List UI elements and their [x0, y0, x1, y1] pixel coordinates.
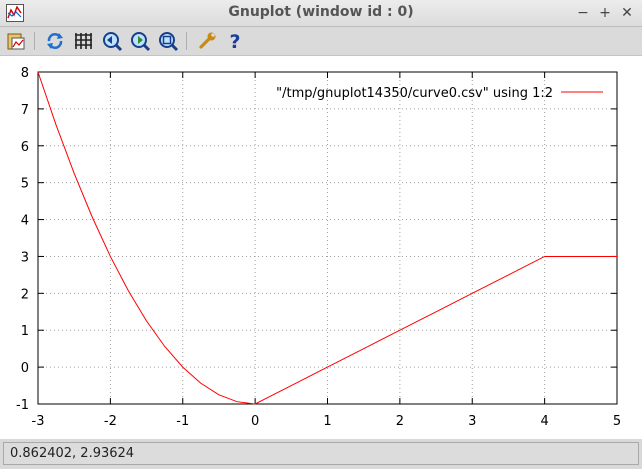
- replot-icon[interactable]: [44, 30, 66, 52]
- y-tick-label: 3: [21, 250, 29, 265]
- toolbar-separator: [34, 32, 35, 50]
- plot-border: [37, 71, 618, 405]
- x-tick-label: 1: [323, 414, 331, 429]
- grid-icon[interactable]: [72, 30, 94, 52]
- svg-text:?: ?: [229, 31, 240, 52]
- close-button[interactable]: ✕: [618, 3, 636, 23]
- minimize-button[interactable]: −: [574, 3, 592, 23]
- toolbar: ?: [0, 27, 642, 56]
- window-title: Gnuplot (window id : 0): [228, 4, 414, 20]
- y-tick-label: 2: [21, 287, 29, 302]
- y-tick-label: 5: [21, 177, 29, 192]
- series-layer: [37, 71, 617, 405]
- x-tick-label: -3: [32, 414, 45, 429]
- autoscale-icon[interactable]: [157, 30, 179, 52]
- status-box: 0.862402, 2.93624: [3, 442, 639, 465]
- toolbar-separator: [186, 32, 187, 50]
- x-tick-label: -2: [104, 414, 117, 429]
- copy-to-clipboard-icon[interactable]: [5, 30, 27, 52]
- y-tick-label: 6: [21, 140, 29, 155]
- y-tick-label: 8: [21, 66, 29, 81]
- help-icon[interactable]: ?: [224, 30, 246, 52]
- y-tick-label: 7: [21, 103, 29, 118]
- mouse-coordinates: 0.862402, 2.93624: [10, 446, 135, 461]
- y-tick-label: 4: [21, 214, 29, 229]
- zoom-previous-icon[interactable]: [101, 30, 123, 52]
- zoom-next-icon[interactable]: [129, 30, 151, 52]
- maximize-button[interactable]: +: [596, 3, 614, 23]
- x-tick-label: -1: [176, 414, 189, 429]
- legend-label: "/tmp/gnuplot14350/curve0.csv" using 1:2: [276, 86, 553, 101]
- y-tick-label: -1: [16, 398, 29, 413]
- y-tick-label: 0: [21, 361, 29, 376]
- x-tick-label: 2: [396, 414, 404, 429]
- title-bar[interactable]: Gnuplot (window id : 0) − + ✕: [0, 0, 642, 27]
- x-tick-label: 0: [251, 414, 259, 429]
- y-tick-label: 1: [21, 324, 29, 339]
- grid-lines: [38, 72, 617, 404]
- x-tick-label: 5: [613, 414, 621, 429]
- x-tick-label: 4: [540, 414, 548, 429]
- series-line: [37, 71, 617, 405]
- legend: "/tmp/gnuplot14350/curve0.csv" using 1:2: [276, 86, 603, 101]
- x-tick-label: 3: [468, 414, 476, 429]
- axis-ticks: [37, 71, 618, 405]
- plot-canvas[interactable]: -3 -2 -1 0 1 2 3 4 5 -1 0 1 2 3 4 5 6 7 8 "/tmp/gnuplot143…: [0, 56, 642, 439]
- settings-wrench-icon[interactable]: [196, 30, 218, 52]
- plot-area[interactable]: -3 -2 -1 0 1 2 3 4 5 -1 0 1 2 3 4 5 6 7 8 "/tmp/gnuplot143…: [0, 56, 642, 439]
- status-bar: 0.862402, 2.93624: [0, 439, 642, 469]
